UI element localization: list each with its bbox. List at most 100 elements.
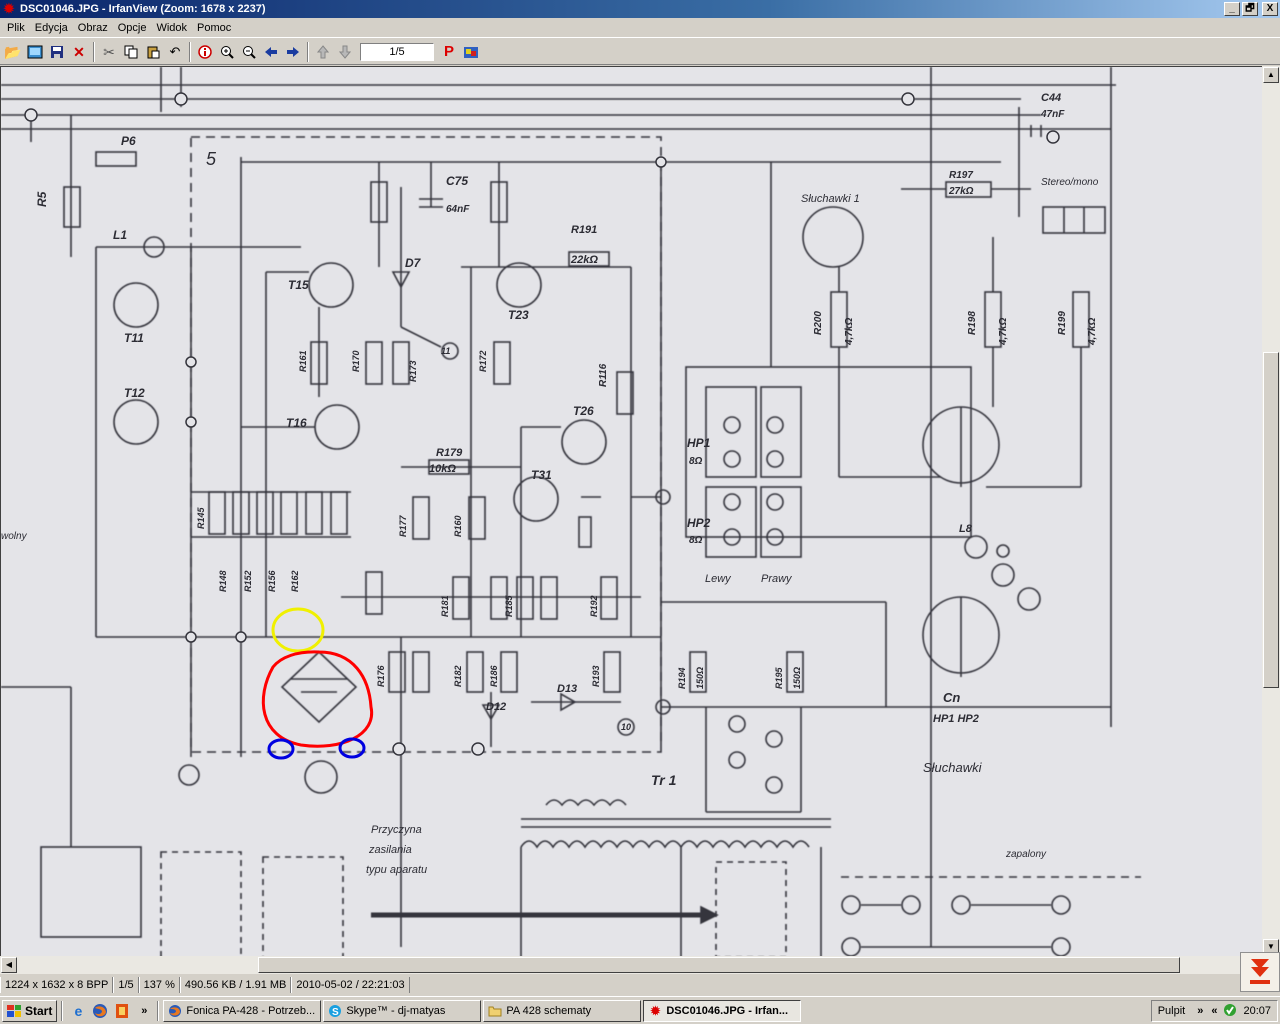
task-irfanview[interactable]: ✹ DSC01046.JPG - Irfan...: [643, 999, 802, 1022]
info-icon[interactable]: [194, 41, 216, 63]
last-page-icon[interactable]: [334, 41, 356, 63]
label-module-5: 5: [206, 149, 217, 169]
status-page: 1/5: [113, 977, 139, 993]
start-label: Start: [25, 1003, 53, 1018]
save-icon[interactable]: [46, 41, 68, 63]
tray-expand-icon[interactable]: «: [1211, 1005, 1217, 1017]
page-number-field[interactable]: 1/5: [360, 42, 434, 61]
firefox-icon[interactable]: [89, 1000, 111, 1022]
minimize-button[interactable]: _: [1224, 2, 1240, 16]
taskbar-separator: [61, 1000, 64, 1021]
vertical-scrollbar[interactable]: ▲ ▼: [1262, 66, 1280, 956]
label-hp1-hp2: HP1 HP2: [933, 713, 979, 725]
label-lewy: Lewy: [705, 573, 732, 585]
ie-icon[interactable]: e: [67, 1000, 89, 1022]
taskbar: Start e » Fonica PA-428 - Potrzeb... S S…: [0, 996, 1280, 1024]
clock[interactable]: 20:07: [1243, 1005, 1271, 1017]
start-button[interactable]: Start: [2, 999, 58, 1022]
label-r197-value: 27kΩ: [948, 186, 974, 197]
window-title: DSC01046.JPG - IrfanView (Zoom: 1678 x 2…: [20, 3, 266, 15]
horizontal-scrollbar[interactable]: ◀ ▶: [0, 956, 1262, 974]
network-icon[interactable]: [1223, 1003, 1237, 1020]
previous-icon[interactable]: [260, 41, 282, 63]
label-r162: R162: [290, 570, 300, 592]
desktop-toolbar-label[interactable]: Pulpit: [1158, 1005, 1186, 1017]
cut-icon[interactable]: ✂: [98, 41, 120, 63]
label-r145: R145: [196, 506, 206, 529]
label-r185: R185: [504, 594, 514, 617]
label-r170: R170: [351, 350, 361, 372]
download-arrow-icon[interactable]: [1240, 952, 1280, 992]
desktop-more-icon[interactable]: »: [1197, 1005, 1203, 1017]
status-bar: 1224 x 1632 x 8 BPP 1/5 137 % 490.56 KB …: [0, 976, 1240, 994]
menu-pomoc[interactable]: Pomoc: [192, 22, 236, 34]
scroll-up-icon[interactable]: ▲: [1263, 67, 1279, 83]
undo-icon[interactable]: ↶: [164, 41, 186, 63]
label-t12: T12: [124, 386, 145, 400]
label-d7: D7: [405, 256, 422, 270]
close-button[interactable]: X: [1262, 2, 1278, 16]
zoom-in-icon[interactable]: [216, 41, 238, 63]
menu-edycja[interactable]: Edycja: [30, 22, 73, 34]
print-icon[interactable]: P: [438, 41, 460, 63]
windows-logo-icon: [7, 1004, 21, 1017]
task-label: Fonica PA-428 - Potrzeb...: [186, 1004, 316, 1017]
label-stereo-mono: Stereo/mono: [1041, 177, 1099, 188]
label-d12: D12: [486, 701, 506, 713]
menu-opcje[interactable]: Opcje: [113, 22, 152, 34]
label-p6: P6: [121, 134, 136, 148]
delete-icon[interactable]: ✕: [68, 41, 90, 63]
status-filesize: 490.56 KB / 1.91 MB: [179, 977, 292, 993]
toolbar-separator: [189, 41, 191, 62]
status-datetime: 2010-05-02 / 22:21:03: [291, 977, 410, 993]
label-r116: R116: [598, 363, 609, 387]
menu-widok[interactable]: Widok: [151, 22, 192, 34]
zoom-out-icon[interactable]: [238, 41, 260, 63]
label-r161: R161: [298, 350, 308, 372]
task-firefox[interactable]: Fonica PA-428 - Potrzeb...: [163, 999, 322, 1022]
label-r152: R152: [243, 570, 253, 592]
scroll-left-icon[interactable]: ◀: [1, 957, 17, 973]
quicklaunch-more-icon[interactable]: »: [133, 1000, 155, 1022]
label-r199: R199: [1057, 311, 1068, 335]
menu-plik[interactable]: Plik: [2, 22, 30, 34]
irfanview-window: ✹ DSC01046.JPG - IrfanView (Zoom: 1678 x…: [0, 0, 1280, 996]
paste-icon[interactable]: [142, 41, 164, 63]
menu-obraz[interactable]: Obraz: [73, 22, 113, 34]
status-dimensions: 1224 x 1632 x 8 BPP: [0, 977, 114, 993]
label-r176: R176: [376, 664, 386, 687]
label-t26: T26: [573, 404, 594, 418]
status-zoom: 137 %: [138, 977, 180, 993]
label-r182: R182: [453, 665, 463, 687]
task-folder[interactable]: PA 428 schematy: [483, 999, 642, 1022]
task-label: PA 428 schematy: [506, 1004, 592, 1017]
label-hp1: HP1: [687, 436, 711, 450]
label-r191: R191: [571, 224, 597, 236]
first-page-icon[interactable]: [312, 41, 334, 63]
label-r198-value: 4,7kΩ: [998, 318, 1009, 346]
label-t23: T23: [508, 308, 529, 322]
label-r194-value: 150Ω: [695, 667, 705, 689]
task-label: Skype™ - dj-matyas: [346, 1004, 446, 1017]
open-folder-icon[interactable]: 📂: [2, 41, 24, 63]
toolbar: 📂 ✕ ✂ ↶ 1/5 P: [0, 39, 1280, 65]
copy-icon[interactable]: [120, 41, 142, 63]
irfanview-icon: ✹: [650, 1003, 661, 1018]
label-r172: R172: [478, 350, 488, 372]
label-r197: R197: [949, 170, 973, 181]
title-bar[interactable]: ✹ DSC01046.JPG - IrfanView (Zoom: 1678 x…: [0, 0, 1280, 18]
label-r200-value: 4,7kΩ: [844, 318, 855, 346]
next-icon[interactable]: [282, 41, 304, 63]
task-skype[interactable]: S Skype™ - dj-matyas: [323, 999, 482, 1022]
menu-bar: Plik Edycja Obraz Opcje Widok Pomoc: [0, 18, 1280, 38]
paint-icon[interactable]: [460, 41, 482, 63]
app-quicklaunch-icon[interactable]: [111, 1000, 133, 1022]
vertical-scroll-thumb[interactable]: [1263, 352, 1279, 688]
restore-button[interactable]: 🗗: [1242, 2, 1258, 16]
horizontal-scroll-thumb[interactable]: [258, 957, 1180, 973]
label-pin-11: 11: [441, 346, 450, 356]
image-viewport[interactable]: P6 R5 L1 T11 T12 5 T15 T16 D7 C75 64nF R…: [0, 66, 1262, 956]
label-pin-10: 10: [621, 722, 631, 732]
slideshow-icon[interactable]: [24, 41, 46, 63]
label-r5: R5: [35, 191, 49, 207]
